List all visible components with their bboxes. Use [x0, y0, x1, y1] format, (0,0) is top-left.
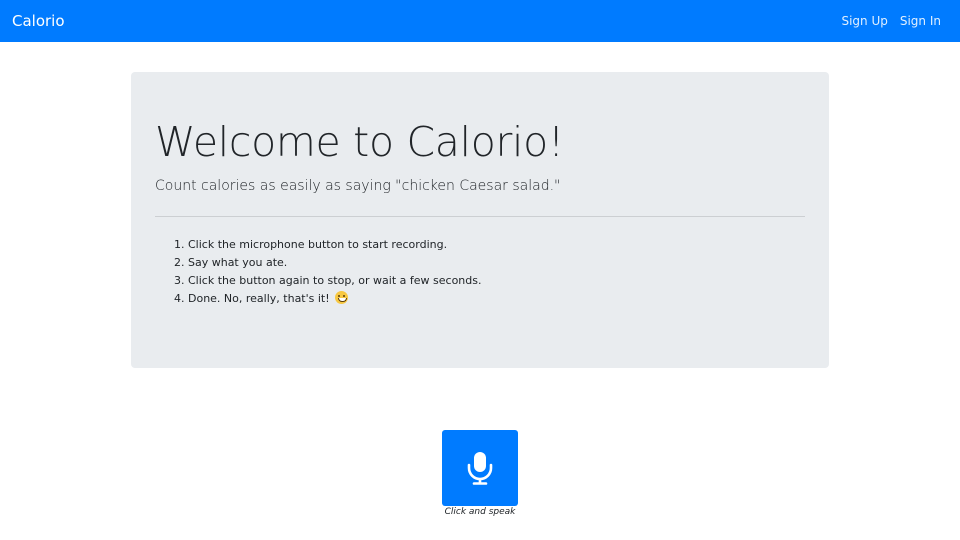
- welcome-jumbotron: Welcome to Calorio! Count calories as ea…: [131, 72, 829, 368]
- instruction-step-last: 4. Done. No, really, that's it!: [174, 290, 481, 308]
- microphone-icon: [467, 452, 493, 485]
- page-title: Welcome to Calorio!: [155, 118, 565, 166]
- divider: [155, 216, 805, 217]
- mic-caption: Click and speak: [444, 507, 516, 517]
- instruction-step: 2. Say what you ate.: [174, 256, 288, 269]
- nav-links: Sign Up Sign In: [841, 14, 948, 28]
- instruction-step: 1. Click the microphone button to start …: [174, 238, 448, 251]
- grinning-face-emoji-icon: [335, 291, 349, 304]
- sign-in-link[interactable]: Sign In: [900, 14, 941, 28]
- top-navbar: Calorio Sign Up Sign In: [0, 0, 960, 42]
- instruction-step-text: 4. Done. No, really, that's it!: [174, 292, 330, 305]
- brand-link[interactable]: Calorio: [12, 12, 65, 30]
- lead-text: Count calories as easily as saying "chic…: [155, 178, 561, 194]
- sign-up-link[interactable]: Sign Up: [841, 14, 887, 28]
- instruction-step: 3. Click the button again to stop, or wa…: [174, 274, 482, 287]
- instructions-list: 1. Click the microphone button to start …: [174, 236, 481, 308]
- record-microphone-button[interactable]: [442, 430, 518, 506]
